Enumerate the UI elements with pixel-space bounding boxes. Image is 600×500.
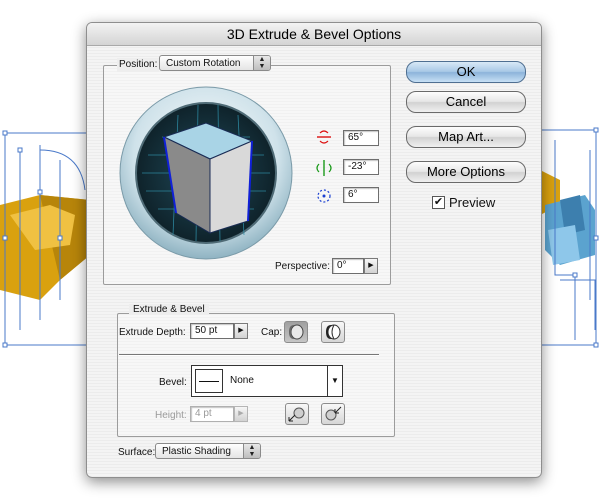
rotate-z-axis-icon	[317, 189, 331, 203]
bevel-out-button[interactable]	[285, 403, 309, 425]
rotation-z-field[interactable]: 6°	[343, 187, 379, 203]
rotate-x-axis-icon	[317, 130, 331, 144]
preview-checkbox[interactable]: ✔	[432, 196, 445, 209]
bevel-in-button[interactable]	[321, 403, 345, 425]
extrude-divider	[119, 354, 379, 356]
preview-label: Preview	[449, 195, 496, 210]
more-options-button[interactable]: More Options	[406, 161, 526, 183]
surface-select[interactable]: Plastic Shading ▲ ▼	[155, 443, 261, 459]
position-mode-value: Custom Rotation	[166, 58, 241, 69]
rotate-y-axis-icon	[316, 160, 332, 176]
bevel-none-line-icon	[199, 381, 219, 382]
bevel-preview-swatch	[195, 369, 223, 393]
cap-off-icon	[326, 324, 341, 340]
updown-arrows-icon: ▲ ▼	[253, 56, 270, 70]
extrude-depth-label: Extrude Depth:	[119, 327, 186, 338]
cap-on-icon	[289, 324, 304, 340]
height-label: Height:	[155, 410, 187, 421]
bevel-value: None	[230, 375, 254, 386]
height-field: 4 pt	[190, 406, 234, 422]
bevel-dropdown-arrow-icon[interactable]: ▼	[327, 366, 342, 396]
surface-updown-arrows-icon: ▲ ▼	[243, 444, 260, 458]
blue-3d-object	[545, 195, 595, 265]
extrude-bevel-group-label: Extrude & Bevel	[129, 304, 209, 315]
rotation-x-field[interactable]: 65°	[343, 130, 379, 146]
surface-label: Surface:	[118, 447, 156, 458]
cap-label: Cap:	[261, 327, 283, 338]
bevel-out-icon	[288, 407, 305, 422]
dialog-title: 3D Extrude & Bevel Options	[87, 23, 541, 46]
bevel-label: Bevel:	[159, 377, 187, 388]
extrude-bevel-dialog: 3D Extrude & Bevel Options Position: Cus…	[86, 22, 542, 478]
cap-off-button[interactable]	[321, 321, 345, 343]
rotation-y-field[interactable]: -23°	[343, 159, 379, 175]
rotation-track-cube[interactable]	[118, 85, 294, 261]
height-arrow-icon: ▶	[234, 406, 248, 422]
perspective-arrow-icon[interactable]: ▶	[364, 258, 378, 274]
gold-3d-object	[0, 195, 90, 300]
cap-on-button[interactable]	[284, 321, 308, 343]
perspective-label: Perspective:	[275, 261, 331, 272]
map-art-button[interactable]: Map Art...	[406, 126, 526, 148]
position-mode-select[interactable]: Custom Rotation ▲ ▼	[159, 55, 271, 71]
bevel-select[interactable]: None ▼	[191, 365, 343, 397]
extrude-depth-arrow-icon[interactable]: ▶	[234, 323, 248, 339]
cancel-button[interactable]: Cancel	[406, 91, 526, 113]
perspective-field[interactable]: 0°	[332, 258, 364, 274]
extrude-depth-field[interactable]: 50 pt	[190, 323, 234, 339]
ok-button[interactable]: OK	[406, 61, 526, 83]
bevel-in-icon	[325, 406, 342, 421]
position-label: Position:	[117, 58, 160, 72]
surface-value: Plastic Shading	[162, 446, 231, 457]
